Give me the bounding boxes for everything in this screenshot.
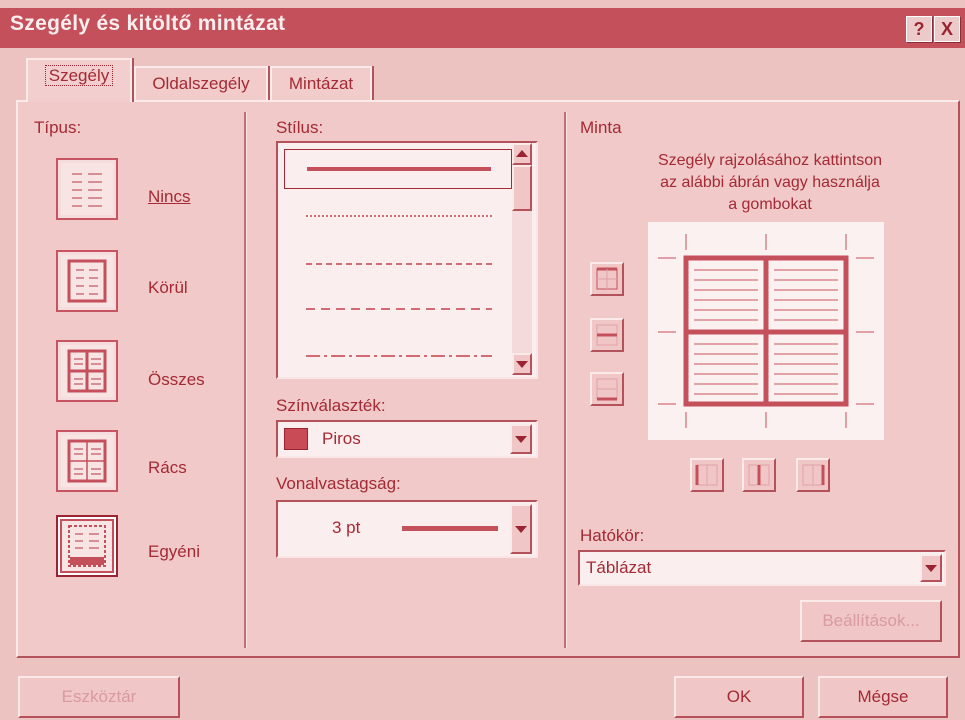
width-line-sample (402, 526, 498, 531)
toolbar-button[interactable]: Eszköztár (18, 676, 180, 718)
scroll-down-button[interactable] (512, 353, 532, 375)
width-dropdown-button[interactable] (510, 504, 532, 554)
dialog: Szegély és kitöltő mintázat ? X Szegély … (0, 0, 965, 720)
chevron-down-icon (515, 436, 527, 443)
setting-all-label[interactable]: Összes (148, 370, 205, 390)
scope-dropdown[interactable]: Táblázat (578, 550, 946, 586)
tab-label: Oldalszegély (152, 74, 250, 93)
line-sample (307, 167, 491, 171)
color-swatch (284, 428, 308, 450)
help-button[interactable]: ? (906, 16, 932, 42)
style-option-dashed[interactable] (306, 308, 492, 310)
style-option-dash-dot[interactable] (306, 355, 492, 357)
style-option-solid[interactable] (284, 149, 512, 189)
right-border-button[interactable] (796, 458, 830, 492)
border-right-icon (802, 464, 825, 486)
column-separator (244, 112, 247, 648)
style-listbox[interactable] (276, 141, 538, 379)
tipus-label: Típus: (34, 118, 82, 137)
scope-value: Táblázat (586, 558, 652, 577)
scroll-up-button[interactable] (512, 143, 532, 165)
minta-label: Minta (580, 118, 622, 137)
close-button[interactable]: X (934, 16, 960, 42)
scroll-down-icon (516, 361, 528, 368)
instruction-line: a gombokat (728, 196, 812, 213)
width-value: 3 pt (332, 518, 361, 537)
szinvalasztek-label: Színválaszték: (276, 396, 386, 415)
width-dropdown[interactable]: 3 pt (276, 500, 538, 558)
scope-dropdown-button[interactable] (920, 554, 942, 582)
options-button[interactable]: Beállítások... (800, 600, 942, 642)
setting-box-label[interactable]: Körül (148, 278, 188, 298)
setting-grid-icon[interactable] (56, 430, 118, 492)
preview-area[interactable] (648, 222, 884, 440)
ok-button[interactable]: OK (674, 676, 804, 718)
style-option-dashed-small[interactable] (306, 263, 492, 265)
cancel-button[interactable]: Mégse (818, 676, 948, 718)
vonalvastagsag-label: Vonalvastagság: (276, 474, 401, 493)
chevron-down-icon (515, 526, 527, 533)
tab-mintazat[interactable]: Mintázat (270, 66, 372, 102)
inside-horizontal-border-button[interactable] (590, 318, 624, 352)
hatokor-label: Hatókör: (580, 526, 645, 545)
setting-custom-icon[interactable] (56, 515, 118, 577)
setting-none-label[interactable]: Nincs (148, 187, 191, 207)
tab-label: Szegély (44, 65, 114, 86)
border-left-icon (695, 464, 718, 486)
tab-label: Mintázat (288, 74, 354, 93)
setting-all-icon[interactable] (56, 340, 118, 402)
dialog-title: Szegély és kitöltő mintázat (10, 12, 286, 35)
color-value: Piros (322, 429, 361, 448)
minta-instruction: Szegély rajzolásához kattintson az alább… (600, 150, 940, 216)
top-border-button[interactable] (590, 262, 624, 296)
border-top-icon (596, 267, 618, 290)
scroll-thumb[interactable] (512, 165, 532, 211)
border-center-icon (748, 464, 770, 486)
setting-custom-label[interactable]: Egyéni (148, 542, 200, 562)
tab-szegely[interactable]: Szegély (26, 58, 132, 102)
column-separator (564, 112, 567, 648)
style-option-dotted[interactable] (306, 215, 492, 217)
left-border-button[interactable] (690, 458, 724, 492)
stilus-label: Stílus: (276, 118, 324, 137)
setting-box-icon[interactable] (56, 250, 118, 312)
setting-grid-label[interactable]: Rács (148, 458, 187, 478)
bottom-border-button[interactable] (590, 372, 624, 406)
border-middle-icon (596, 324, 618, 346)
inside-vertical-border-button[interactable] (742, 458, 776, 492)
color-dropdown-button[interactable] (510, 424, 532, 454)
scroll-up-icon (516, 150, 528, 157)
setting-none-icon[interactable] (56, 158, 118, 220)
color-dropdown[interactable]: Piros (276, 420, 538, 458)
tab-oldalszegely[interactable]: Oldalszegély (134, 66, 268, 102)
chevron-down-icon (925, 565, 937, 572)
instruction-line: Szegély rajzolásához kattintson (657, 152, 883, 169)
border-bottom-icon (596, 378, 618, 401)
instruction-line: az alábbi ábrán vagy használja (660, 174, 880, 191)
